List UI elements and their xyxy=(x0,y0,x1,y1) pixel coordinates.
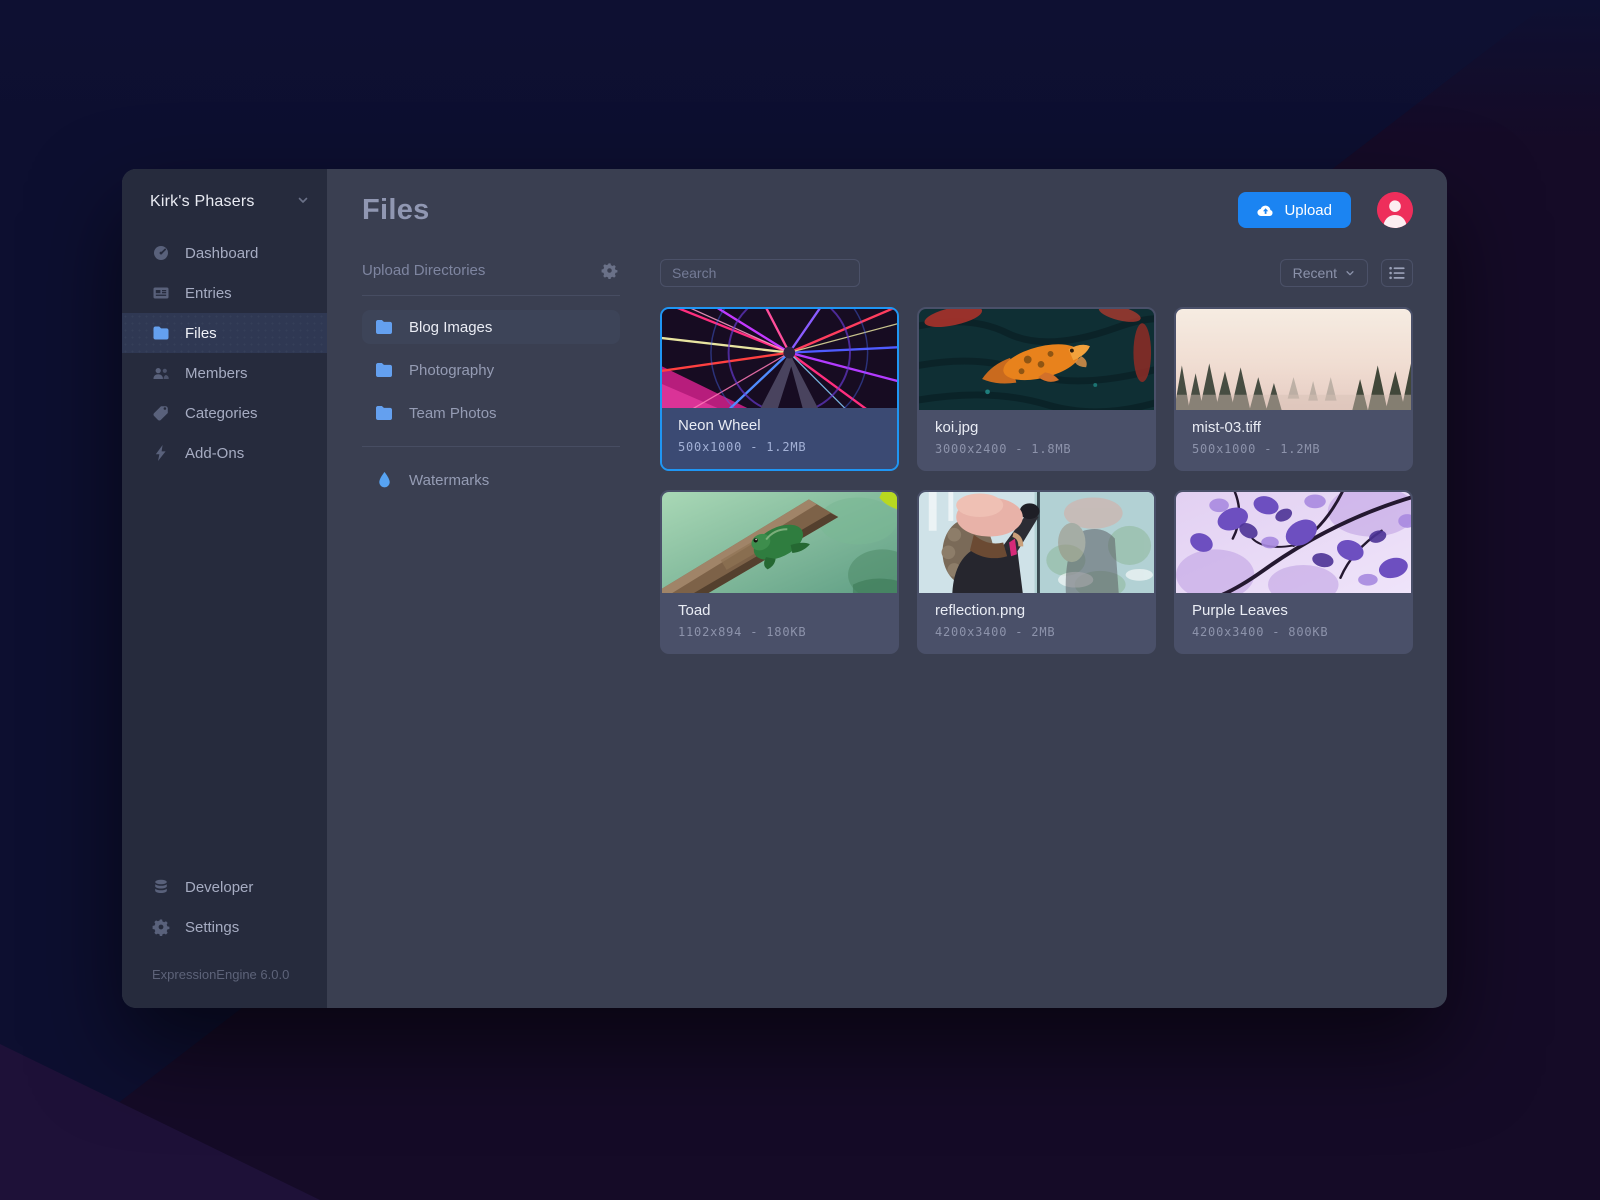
folder-icon xyxy=(375,319,394,335)
page-title: Files xyxy=(362,194,430,227)
sidebar-item-settings[interactable]: Settings xyxy=(122,907,327,947)
sidebar-item-label: Entries xyxy=(185,285,232,302)
sidebar-item-label: Files xyxy=(185,325,217,342)
file-name: Toad xyxy=(678,602,881,619)
water-drop-icon xyxy=(375,472,394,488)
chevron-down-icon xyxy=(297,193,309,211)
sidebar-nav: Dashboard Entries Files Members xyxy=(122,233,327,473)
file-meta: 500x1000 - 1.2MB xyxy=(1192,442,1395,456)
site-switcher[interactable]: Kirk's Phasers xyxy=(122,169,327,233)
sidebar-item-label: Categories xyxy=(185,405,258,422)
file-card-koi[interactable]: koi.jpg 3000x2400 - 1.8MB xyxy=(917,307,1156,471)
upload-button[interactable]: Upload xyxy=(1238,192,1351,228)
list-view-button[interactable] xyxy=(1381,259,1413,287)
file-thumbnail xyxy=(919,492,1154,593)
directory-item-label: Team Photos xyxy=(409,405,497,422)
file-card-mist[interactable]: mist-03.tiff 500x1000 - 1.2MB xyxy=(1174,307,1413,471)
file-meta: 4200x3400 - 2MB xyxy=(935,625,1138,639)
sidebar: Kirk's Phasers Dashboard Entries xyxy=(122,169,327,1008)
database-icon xyxy=(152,878,170,896)
file-name: koi.jpg xyxy=(935,419,1138,436)
sidebar-item-label: Members xyxy=(185,365,248,382)
folder-icon xyxy=(375,362,394,378)
file-thumbnail xyxy=(662,492,897,593)
upload-directories-panel: Upload Directories Blog Images xyxy=(362,259,620,654)
directories-heading: Upload Directories xyxy=(362,262,485,279)
directory-item-photography[interactable]: Photography xyxy=(362,353,620,387)
folder-icon xyxy=(152,324,170,342)
file-meta: 4200x3400 - 800KB xyxy=(1192,625,1395,639)
sidebar-item-label: Settings xyxy=(185,919,239,936)
sort-dropdown[interactable]: Recent xyxy=(1280,259,1368,287)
file-card-purple-leaves[interactable]: Purple Leaves 4200x3400 - 800KB xyxy=(1174,490,1413,654)
page-header: Files Upload xyxy=(362,191,1413,229)
file-name: mist-03.tiff xyxy=(1192,419,1395,436)
sidebar-item-addons[interactable]: Add-Ons xyxy=(122,433,327,473)
file-card-neon-wheel[interactable]: Neon Wheel 500x1000 - 1.2MB xyxy=(660,307,899,471)
file-thumbnail xyxy=(1176,492,1411,593)
file-card-toad[interactable]: Toad 1102x894 - 180KB xyxy=(660,490,899,654)
app-version: ExpressionEngine 6.0.0 xyxy=(122,947,327,988)
file-meta: 3000x2400 - 1.8MB xyxy=(935,442,1138,456)
bolt-icon xyxy=(152,444,170,462)
file-card-reflection[interactable]: reflection.png 4200x3400 - 2MB xyxy=(917,490,1156,654)
background-top-band xyxy=(0,0,1600,140)
gear-icon xyxy=(152,918,170,936)
directory-item-label: Photography xyxy=(409,362,494,379)
file-thumbnail xyxy=(662,309,897,408)
sidebar-item-members[interactable]: Members xyxy=(122,353,327,393)
members-icon xyxy=(152,364,170,382)
file-meta: 1102x894 - 180KB xyxy=(678,625,881,639)
file-thumbnail xyxy=(1176,309,1411,410)
folder-icon xyxy=(375,405,394,421)
sidebar-item-dashboard[interactable]: Dashboard xyxy=(122,233,327,273)
sidebar-footer-nav: Developer Settings ExpressionEngine 6.0.… xyxy=(122,867,327,1008)
files-panel: Recent xyxy=(660,259,1413,654)
file-name: reflection.png xyxy=(935,602,1138,619)
files-toolbar: Recent xyxy=(660,259,1413,287)
newspaper-icon xyxy=(152,284,170,302)
file-name: Neon Wheel xyxy=(678,417,881,434)
upload-button-label: Upload xyxy=(1284,202,1332,219)
sidebar-item-developer[interactable]: Developer xyxy=(122,867,327,907)
gauge-icon xyxy=(152,244,170,262)
directory-item-blog-images[interactable]: Blog Images xyxy=(362,310,620,344)
main-area: Files Upload Upload Directories xyxy=(327,169,1447,1008)
file-meta: 500x1000 - 1.2MB xyxy=(678,440,881,454)
sidebar-item-label: Developer xyxy=(185,879,253,896)
directory-item-label: Blog Images xyxy=(409,319,492,336)
directories-divider xyxy=(362,295,620,296)
directory-item-watermarks[interactable]: Watermarks xyxy=(362,463,620,497)
directory-item-team-photos[interactable]: Team Photos xyxy=(362,396,620,430)
sidebar-item-entries[interactable]: Entries xyxy=(122,273,327,313)
sidebar-item-label: Dashboard xyxy=(185,245,258,262)
site-name: Kirk's Phasers xyxy=(150,193,255,211)
directory-item-label: Watermarks xyxy=(409,472,489,489)
watermarks-divider xyxy=(362,446,620,447)
sidebar-item-label: Add-Ons xyxy=(185,445,244,462)
file-thumbnail xyxy=(919,309,1154,410)
app-window: Kirk's Phasers Dashboard Entries xyxy=(122,169,1447,1008)
avatar[interactable] xyxy=(1377,192,1413,228)
file-name: Purple Leaves xyxy=(1192,602,1395,619)
cloud-upload-icon xyxy=(1257,204,1274,217)
sort-dropdown-label: Recent xyxy=(1293,265,1337,281)
sidebar-item-files[interactable]: Files xyxy=(122,313,327,353)
tag-icon xyxy=(152,404,170,422)
directories-settings-button[interactable] xyxy=(599,260,620,281)
search-input[interactable] xyxy=(660,259,860,287)
chevron-down-icon xyxy=(1345,268,1355,278)
file-grid: Neon Wheel 500x1000 - 1.2MB xyxy=(660,307,1413,654)
sidebar-item-categories[interactable]: Categories xyxy=(122,393,327,433)
